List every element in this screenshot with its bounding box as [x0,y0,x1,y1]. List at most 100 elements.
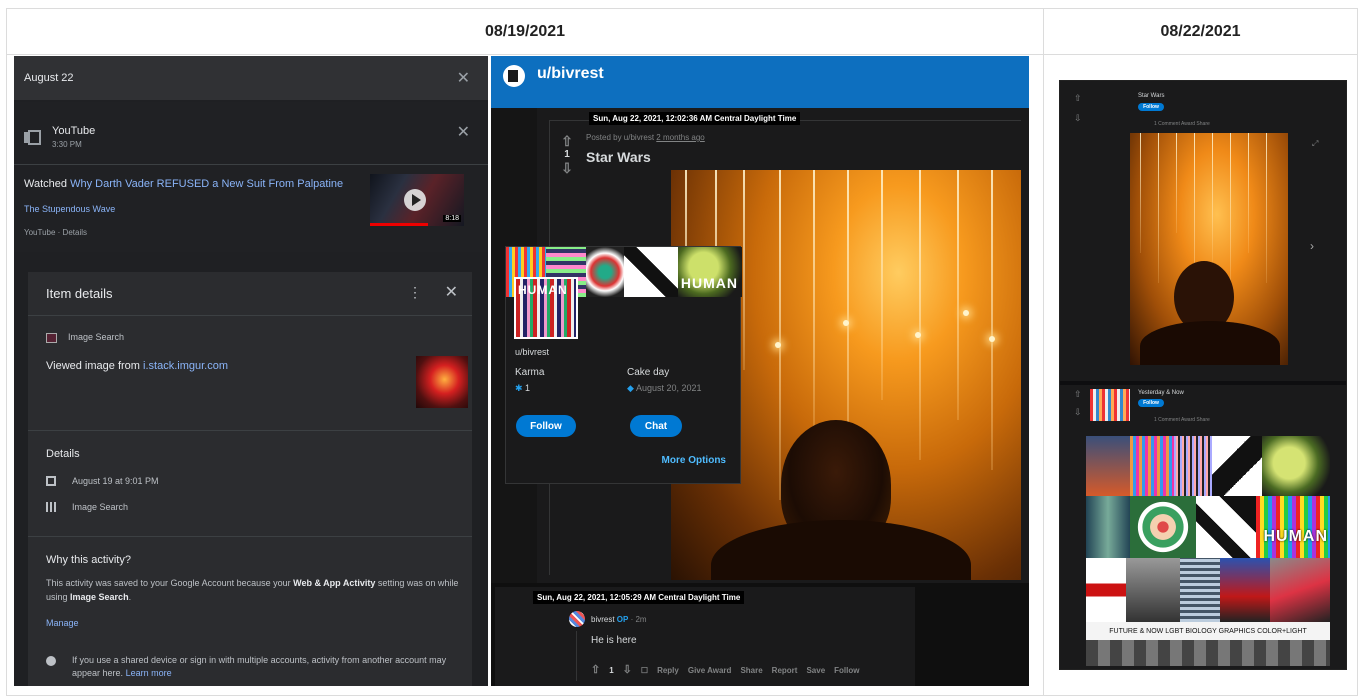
banner-text: HUMAN [680,275,738,291]
follow-button[interactable]: Follow [1138,399,1164,407]
later-profile-screenshot: ⇧ ⇩ Star Wars Follow 1 Comment Award Sha… [1059,80,1347,670]
downvote-icon[interactable]: ⇩ [1074,113,1082,124]
comment-timestamp-overlay: Sun, Aug 22, 2021, 12:05:29 AM Central D… [533,591,745,604]
collage-tile [1196,496,1256,558]
learn-more-link[interactable]: Learn more [126,668,172,678]
follow-button[interactable]: Follow [1138,103,1164,111]
collage-tile [1262,436,1330,496]
why-bold-product: Image Search [70,592,129,602]
karma-value: 1 [515,383,530,394]
snoo-avatar-icon[interactable] [503,65,525,87]
karma-label: Karma [515,367,545,378]
delete-activity-icon[interactable]: ✕ [457,122,470,142]
viewed-image-thumbnail[interactable] [416,356,468,408]
channel-link[interactable]: The Stupendous Wave [24,204,115,214]
shared-device-note: If you use a shared device or sign in wi… [72,654,452,680]
column-divider [1043,9,1044,695]
post-thumbnail[interactable] [1090,389,1130,421]
posted-by: Posted by u/bivrest 2 months ago [586,133,705,142]
light-streak [1140,133,1141,253]
post-actions[interactable]: 1 Comment Award Share [1154,121,1210,127]
follow-comment-button[interactable]: Follow [834,666,859,675]
comment-actions: ⇧ 1 ⇩ ☐ Reply Give Award Share Report Save Follow [591,663,868,676]
save-button[interactable]: Save [806,666,825,675]
downvote-icon[interactable]: ⇩ [558,160,576,176]
product-label: Image Search [68,332,125,342]
post-title[interactable]: Star Wars [1138,93,1164,99]
why-bold-setting: Web & App Activity [293,578,376,588]
comment-text: He is here [591,635,637,646]
profile-username: u/bivrest [537,65,604,82]
collage-tile [1220,558,1270,622]
light-streak [813,170,815,430]
collage-tile [1086,436,1130,496]
post-title[interactable]: Star Wars [586,149,651,165]
downvote-icon[interactable]: ⇩ [1074,407,1082,418]
vote-count: 1 [564,149,570,160]
video-thumbnail[interactable]: 8:18 [370,174,464,226]
viewed-prefix: Viewed image from [46,360,140,372]
posted-by-user[interactable]: Posted by u/bivrest [586,133,654,142]
collage-image[interactable]: HUMAN FUTURE & NOW LGBT BIOLOGY GRAPHICS… [1086,436,1330,666]
activity-footer[interactable]: YouTube · Details [24,228,87,237]
cakeday-value: August 20, 2021 [627,383,702,394]
light-streak [1266,133,1267,283]
image-search-icon [46,333,57,343]
activity-time: 3:30 PM [52,140,82,149]
collage-tile [1126,558,1180,622]
light-streak [957,170,959,420]
collage-banner-text: HUMAN [1263,528,1328,545]
silhouette-shoulders [1140,321,1280,365]
post-star-wars[interactable]: ⇧ ⇩ Star Wars Follow 1 Comment Award Sha… [1060,81,1346,381]
downvote-icon[interactable]: ⇩ [623,664,632,676]
video-title-link[interactable]: Why Darth Vader REFUSED a New Suit From … [70,178,343,190]
follow-button[interactable]: Follow [516,415,576,437]
upvote-icon[interactable]: ⇧ [1074,93,1082,104]
post-title[interactable]: Yesterday & Now [1138,390,1184,396]
bokeh-light [915,332,921,338]
viewed-image-link[interactable]: i.stack.imgur.com [143,360,228,372]
expand-icon[interactable]: ⤢ [1312,139,1318,149]
profile-avatar[interactable]: HUMAN [514,277,578,339]
column-header-right: 08/22/2021 [1044,9,1357,55]
upvote-icon[interactable]: ⇧ [591,664,600,676]
divider [28,430,472,431]
collage-tile [1086,640,1330,666]
collage-tile [1174,436,1212,496]
upvote-icon[interactable]: ⇧ [558,133,576,149]
report-button[interactable]: Report [772,666,798,675]
vote-column: ⇧ 1 ⇩ [558,133,576,176]
close-dialog-icon[interactable]: ✕ [445,282,458,302]
youtube-activity-card[interactable]: YouTube 3:30 PM ✕ Watched Why Darth Vade… [14,102,488,252]
more-options-link[interactable]: More Options [662,455,726,466]
watched-prefix: Watched [24,178,68,190]
post-timestamp-overlay: Sun, Aug 22, 2021, 12:02:36 AM Central D… [589,112,801,125]
comment-bubble-icon[interactable]: ☐ [641,666,648,675]
post-age-link[interactable]: 2 months ago [656,133,704,142]
chat-button[interactable]: Chat [630,415,682,437]
comment-author[interactable]: bivrest [591,615,615,624]
manage-link[interactable]: Manage [46,618,79,628]
item-details-header: Item details [28,272,472,316]
op-badge: OP [616,615,629,624]
calendar-icon [46,476,56,486]
comment-avatar[interactable] [569,611,585,627]
comment-meta: bivrest OP · 2m [591,615,647,624]
collage-tile [1086,496,1130,558]
watch-progress-bar [370,223,428,226]
upvote-icon[interactable]: ⇧ [1074,389,1082,400]
collage-tile [1086,558,1126,622]
post-actions[interactable]: 1 Comment Award Share [1154,417,1210,423]
close-icon[interactable]: ✕ [457,68,470,88]
post-image[interactable] [1130,133,1288,365]
reply-button[interactable]: Reply [657,666,679,675]
viewed-line: Viewed image from i.stack.imgur.com [46,360,228,372]
more-options-icon[interactable]: ⋮ [408,284,422,301]
give-award-button[interactable]: Give Award [688,666,732,675]
light-streak [881,170,883,400]
card-username[interactable]: u/bivrest [515,347,549,357]
share-button[interactable]: Share [740,666,762,675]
collage-tile [1130,496,1196,558]
next-image-icon[interactable]: › [1310,239,1314,253]
comment-thread-line[interactable] [576,631,577,681]
